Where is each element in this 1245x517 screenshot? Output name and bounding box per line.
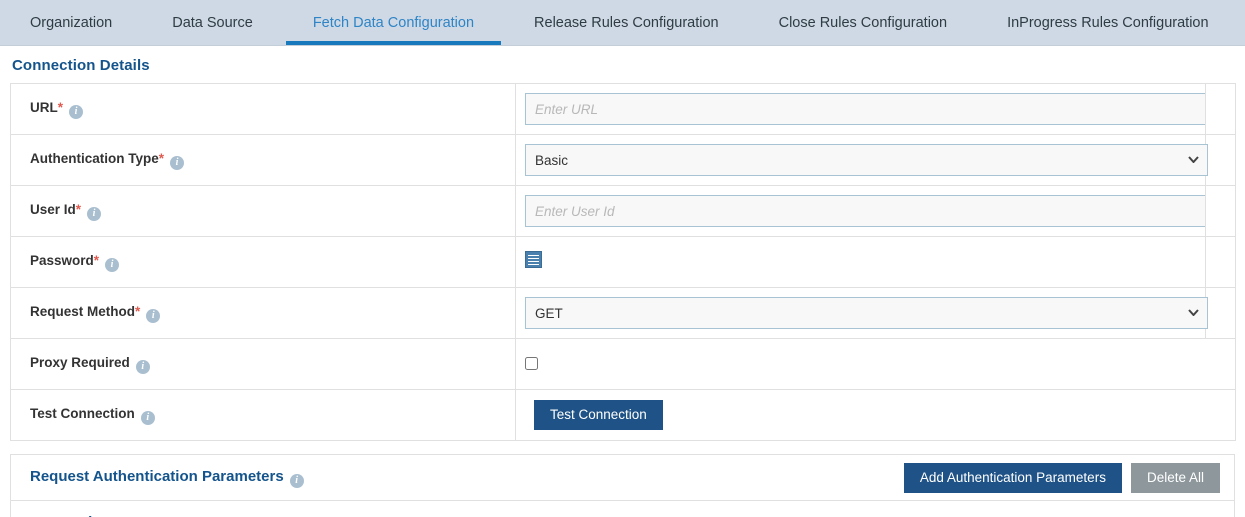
- proxy-required-input-cell: [515, 338, 1236, 390]
- table-row: Password* i: [10, 236, 1236, 288]
- delete-all-button[interactable]: Delete All: [1130, 462, 1220, 493]
- request-method-label-cell: Request Method* i: [10, 287, 516, 339]
- password-label: Password: [30, 253, 94, 268]
- list-icon[interactable]: [525, 251, 542, 268]
- request-method-input-cell: GET: [515, 287, 1208, 339]
- test-connection-button-wrapper: Test Connection: [525, 394, 1235, 436]
- authentication-type-label-cell: Authentication Type* i: [10, 134, 516, 186]
- tab-organization[interactable]: Organization: [0, 0, 142, 45]
- table-row: Test Connection i Test Connection: [10, 389, 1236, 441]
- request-authentication-parameters-actions: Add Authentication Parameters Delete All: [903, 462, 1220, 493]
- table-row: Proxy Required i: [10, 338, 1236, 390]
- tab-label: Fetch Data Configuration: [312, 14, 475, 31]
- proxy-required-checkbox[interactable]: [525, 357, 538, 371]
- url-input-cell: [515, 83, 1208, 135]
- info-icon[interactable]: i: [146, 309, 161, 323]
- request-method-select[interactable]: GET: [525, 297, 1208, 329]
- info-icon[interactable]: i: [135, 360, 150, 374]
- tab-label: Data Source: [172, 14, 253, 31]
- tab-data-source[interactable]: Data Source: [142, 0, 283, 45]
- tab-label: InProgress Rules Configuration: [1007, 14, 1209, 31]
- authentication-type-label: Authentication Type: [30, 151, 159, 166]
- url-end-cell: [1205, 83, 1236, 135]
- password-end-cell: [1205, 236, 1236, 288]
- password-input-cell: [515, 236, 1206, 288]
- tab-fetch-data-configuration[interactable]: Fetch Data Configuration: [283, 0, 504, 45]
- tab-bar: Organization Data Source Fetch Data Conf…: [0, 0, 1245, 46]
- tab-release-rules-configuration[interactable]: Release Rules Configuration: [504, 0, 749, 45]
- request-authentication-parameters-title: Request Authentication Parameters: [30, 467, 284, 485]
- authentication-type-select[interactable]: Basic: [525, 144, 1208, 176]
- user-id-label-cell: User Id* i: [10, 185, 516, 237]
- info-icon[interactable]: i: [289, 473, 304, 488]
- authentication-type-end-cell: [1205, 134, 1236, 186]
- proxy-required-label: Proxy Required: [30, 355, 130, 370]
- required-marker: *: [158, 151, 165, 166]
- table-row: URL* i: [10, 83, 1236, 135]
- user-id-input-cell: [515, 185, 1208, 237]
- request-method-label: Request Method: [30, 304, 136, 319]
- request-authentication-parameters-section: Request Authentication Parameters i Add A…: [10, 454, 1235, 501]
- test-connection-label: Test Connection: [30, 406, 135, 421]
- tab-label: Organization: [30, 14, 113, 31]
- test-connection-button-cell: Test Connection: [515, 389, 1236, 441]
- user-id-end-cell: [1205, 185, 1236, 237]
- info-icon[interactable]: i: [170, 156, 185, 170]
- tab-label: Close Rules Configuration: [778, 14, 948, 31]
- table-row: Request Method* i GET: [10, 287, 1236, 339]
- password-label-cell: Password* i: [10, 236, 516, 288]
- user-id-input[interactable]: [525, 195, 1208, 227]
- info-icon[interactable]: i: [69, 105, 84, 119]
- request-method-end-cell: [1205, 287, 1236, 339]
- connection-details-title: Connection Details: [12, 57, 150, 74]
- connection-details-table: URL*i Authentication Type*i Basic: [10, 83, 1236, 441]
- test-connection-button[interactable]: Test Connection: [534, 400, 663, 430]
- tab-close-rules-configuration[interactable]: Close Rules Configuration: [749, 0, 977, 45]
- info-icon[interactable]: i: [87, 207, 102, 221]
- page-content: Connection Details URL*i Authentication …: [0, 46, 1245, 517]
- info-icon[interactable]: i: [140, 411, 155, 425]
- authentication-type-input-cell: Basic: [515, 134, 1208, 186]
- test-connection-label-cell: Test Connection i: [10, 389, 516, 441]
- required-marker: *: [75, 202, 82, 217]
- add-authentication-parameters-button[interactable]: Add Authentication Parameters: [903, 462, 1122, 493]
- proxy-required-label-cell: Proxy Required i: [10, 338, 516, 390]
- url-label: URL: [30, 100, 58, 115]
- info-icon[interactable]: i: [105, 258, 120, 272]
- authentication-type-select-wrapper: Basic: [525, 144, 1208, 176]
- request-method-select-wrapper: GET: [525, 297, 1208, 329]
- request-authentication-parameters-title-wrapper: Request Authentication Parameters i: [30, 468, 304, 488]
- tab-inprogress-rules-configuration[interactable]: InProgress Rules Configuration: [977, 0, 1239, 45]
- required-marker: *: [93, 253, 100, 268]
- required-marker: *: [135, 304, 141, 319]
- url-input[interactable]: [525, 93, 1208, 125]
- user-id-label: User Id: [30, 202, 76, 217]
- url-path-parameters-section: URL Path Parametersi: [10, 501, 1235, 517]
- table-row: User Id* i: [10, 185, 1236, 237]
- tab-label: Release Rules Configuration: [534, 14, 719, 31]
- url-label-cell: URL* i: [10, 83, 516, 135]
- required-marker: *: [57, 100, 64, 115]
- table-row: Authentication Type* i Basic: [10, 134, 1236, 186]
